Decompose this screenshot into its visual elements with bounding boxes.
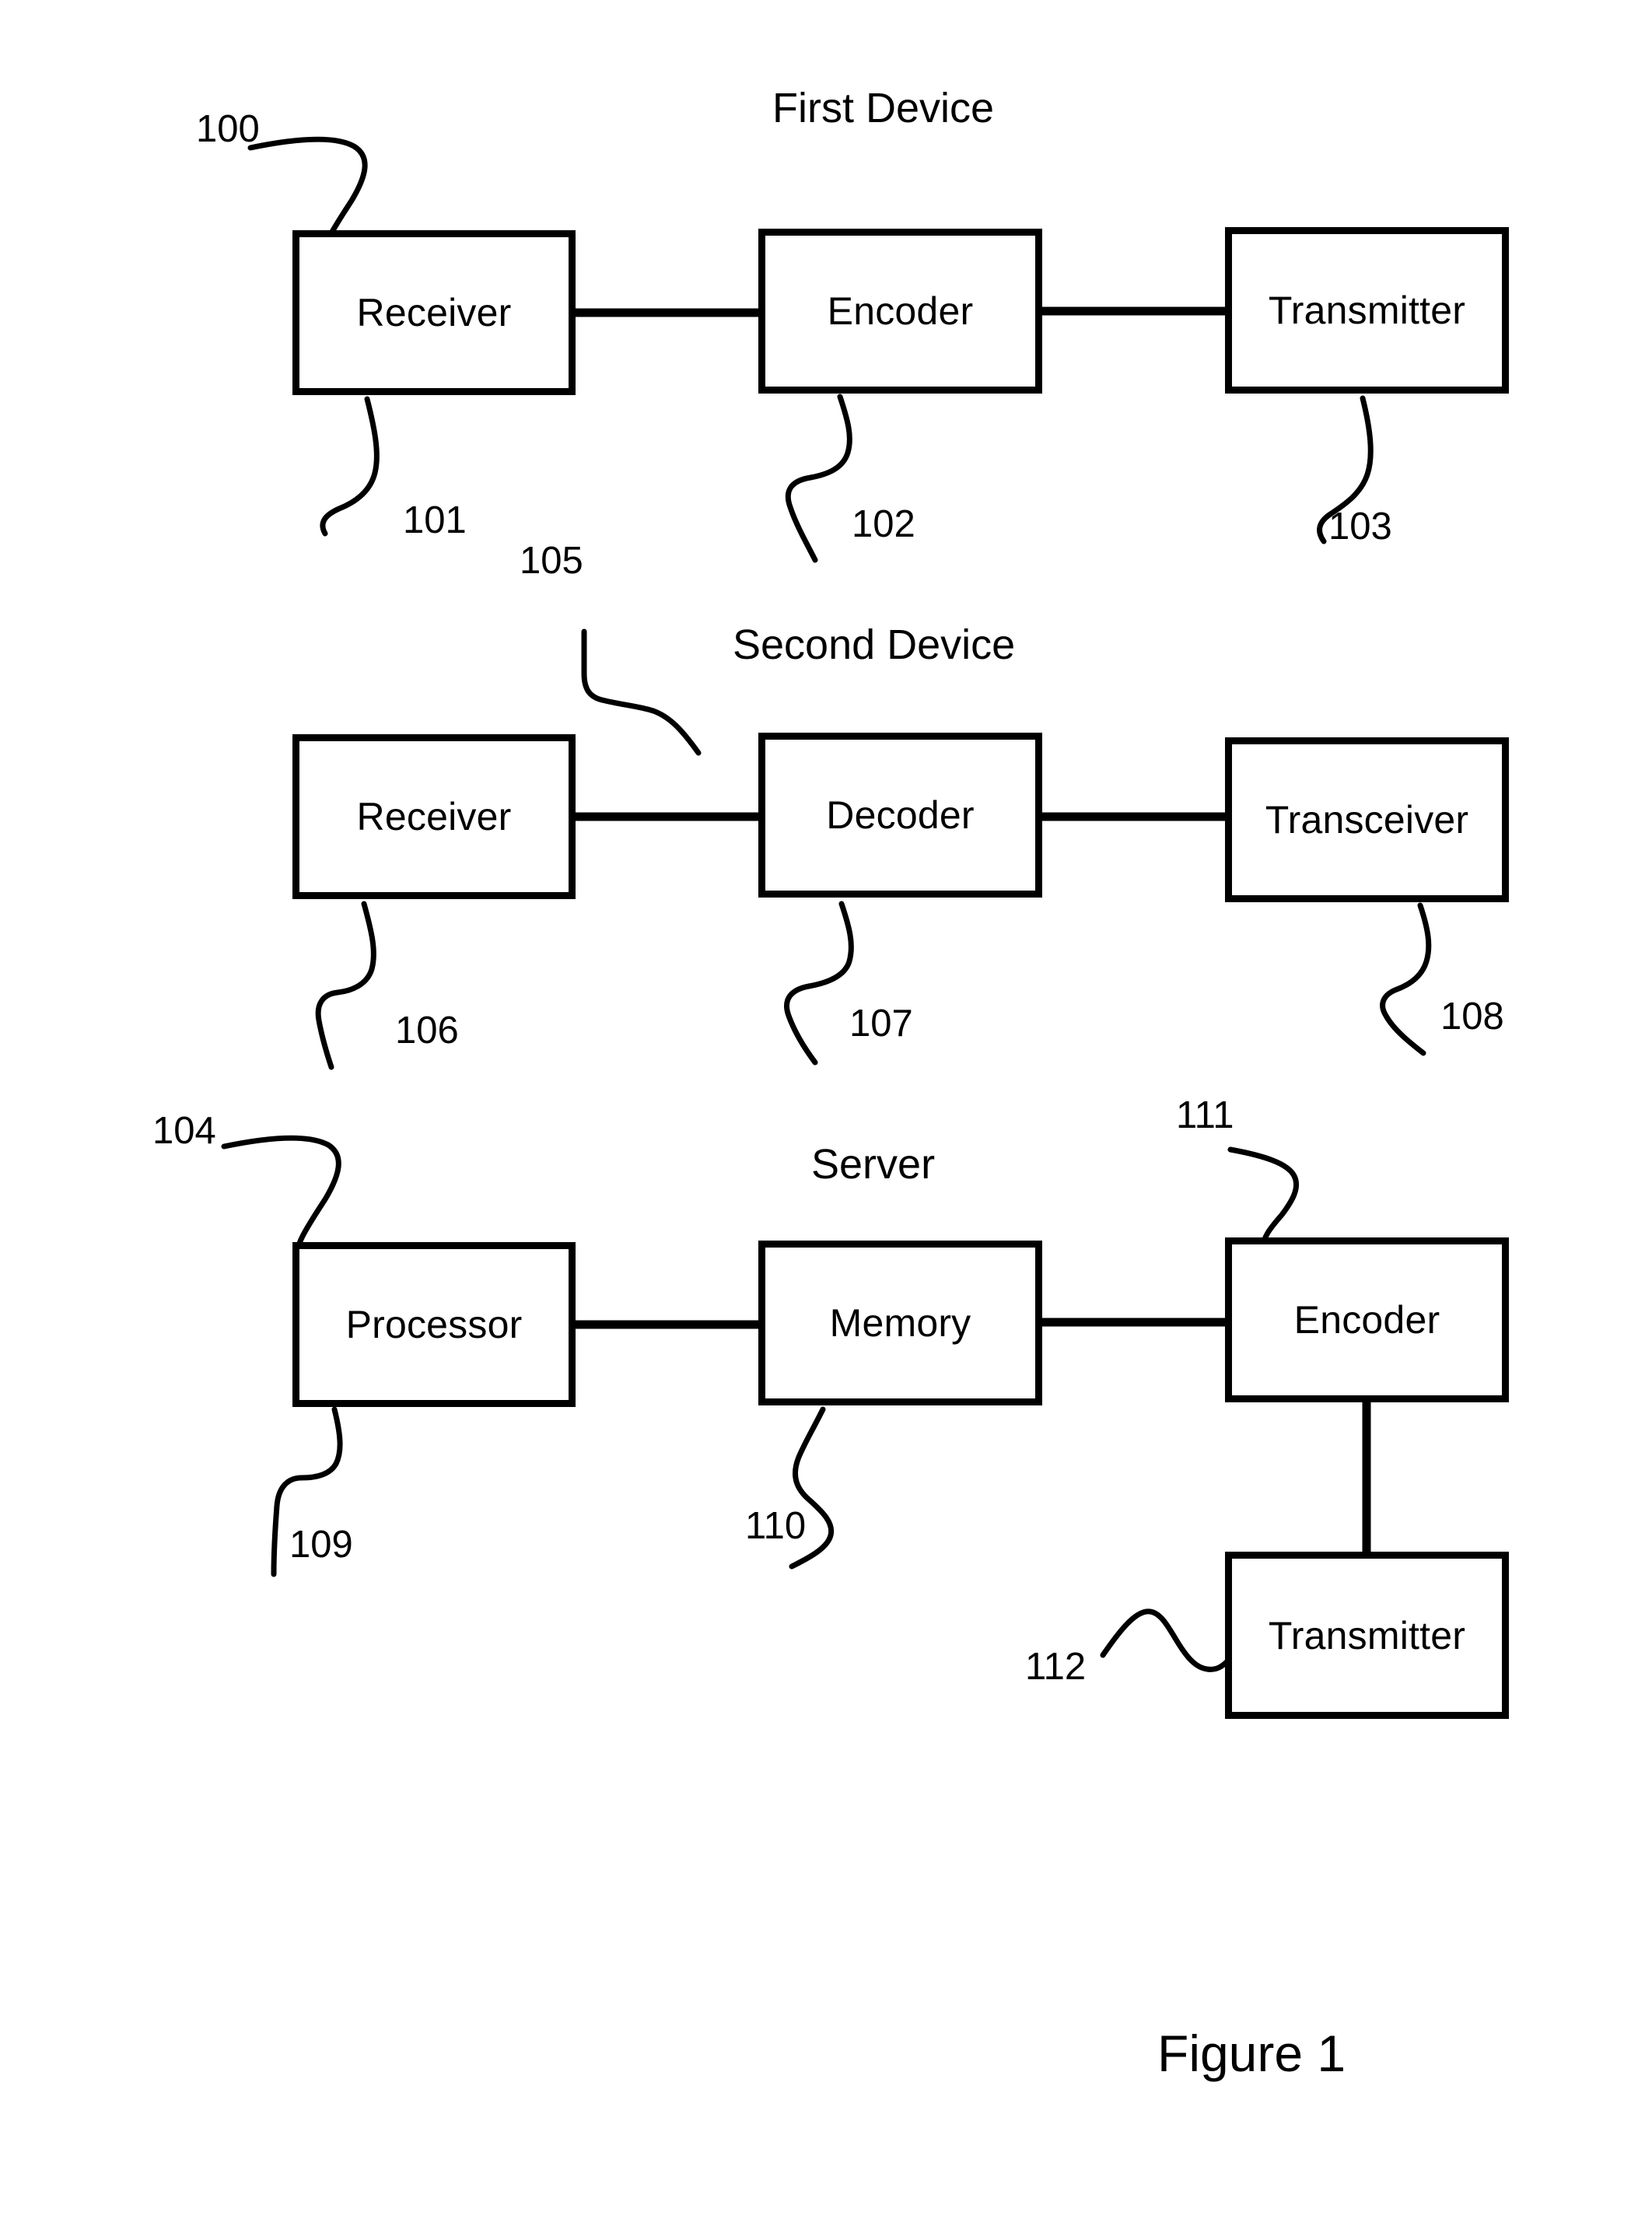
leader-line-102 bbox=[785, 394, 852, 563]
block-memory-3: Memory bbox=[758, 1241, 1042, 1405]
group-title-first-device: First Device bbox=[772, 85, 995, 131]
block-label-processor-3: Processor bbox=[345, 1303, 523, 1346]
block-transmitter-3: Transmitter bbox=[1225, 1552, 1509, 1719]
reference-numeral-108: 108 bbox=[1440, 996, 1504, 1038]
group-title-second-device: Second Device bbox=[733, 621, 1016, 668]
reference-numeral-109: 109 bbox=[289, 1524, 353, 1566]
reference-numeral-106: 106 bbox=[395, 1010, 459, 1052]
block-label-encoder-1: Encoder bbox=[827, 289, 974, 333]
reference-numeral-103: 103 bbox=[1328, 506, 1392, 548]
reference-numeral-105: 105 bbox=[520, 540, 583, 582]
reference-numeral-110: 110 bbox=[745, 1505, 807, 1547]
reference-numeral-102: 102 bbox=[852, 503, 915, 545]
block-encoder-3: Encoder bbox=[1225, 1237, 1509, 1402]
block-label-encoder-3: Encoder bbox=[1293, 1298, 1440, 1342]
reference-numeral-101: 101 bbox=[403, 499, 467, 541]
block-label-receiver-1: Receiver bbox=[356, 291, 512, 334]
block-receiver-1: Receiver bbox=[292, 230, 576, 395]
block-label-receiver-2: Receiver bbox=[356, 795, 512, 838]
block-label-transmitter-1: Transmitter bbox=[1268, 289, 1466, 332]
leader-line-107 bbox=[784, 901, 854, 1066]
leader-line-101 bbox=[320, 396, 380, 537]
block-label-transmitter-3: Transmitter bbox=[1268, 1613, 1466, 1657]
block-receiver-2: Receiver bbox=[292, 734, 576, 899]
reference-numeral-111: 111 bbox=[1176, 1094, 1234, 1136]
reference-numeral-107: 107 bbox=[849, 1003, 913, 1045]
reference-numeral-112: 112 bbox=[1025, 1646, 1087, 1688]
block-label-memory-3: Memory bbox=[829, 1301, 971, 1345]
block-label-transceiver-2: Transceiver bbox=[1265, 798, 1469, 842]
block-decoder-2: Decoder bbox=[758, 733, 1042, 898]
leader-line-105 bbox=[581, 628, 702, 756]
leader-line-106 bbox=[315, 901, 376, 1070]
reference-numeral-100: 100 bbox=[196, 108, 260, 150]
figure-caption: Figure 1 bbox=[1157, 2025, 1346, 2082]
block-processor-3: Processor bbox=[292, 1242, 576, 1407]
block-label-decoder-2: Decoder bbox=[826, 793, 975, 837]
block-encoder-1: Encoder bbox=[758, 229, 1042, 394]
leader-line-112 bbox=[1100, 1608, 1230, 1672]
group-title-server: Server bbox=[811, 1141, 936, 1188]
leader-line-108 bbox=[1380, 902, 1432, 1056]
reference-numeral-104: 104 bbox=[152, 1110, 216, 1152]
block-transceiver-2: Transceiver bbox=[1225, 737, 1509, 902]
block-transmitter-1: Transmitter bbox=[1225, 227, 1509, 394]
patent-figure: Receiver Encoder Transmitter Receiver Decode… bbox=[0, 0, 1652, 2240]
